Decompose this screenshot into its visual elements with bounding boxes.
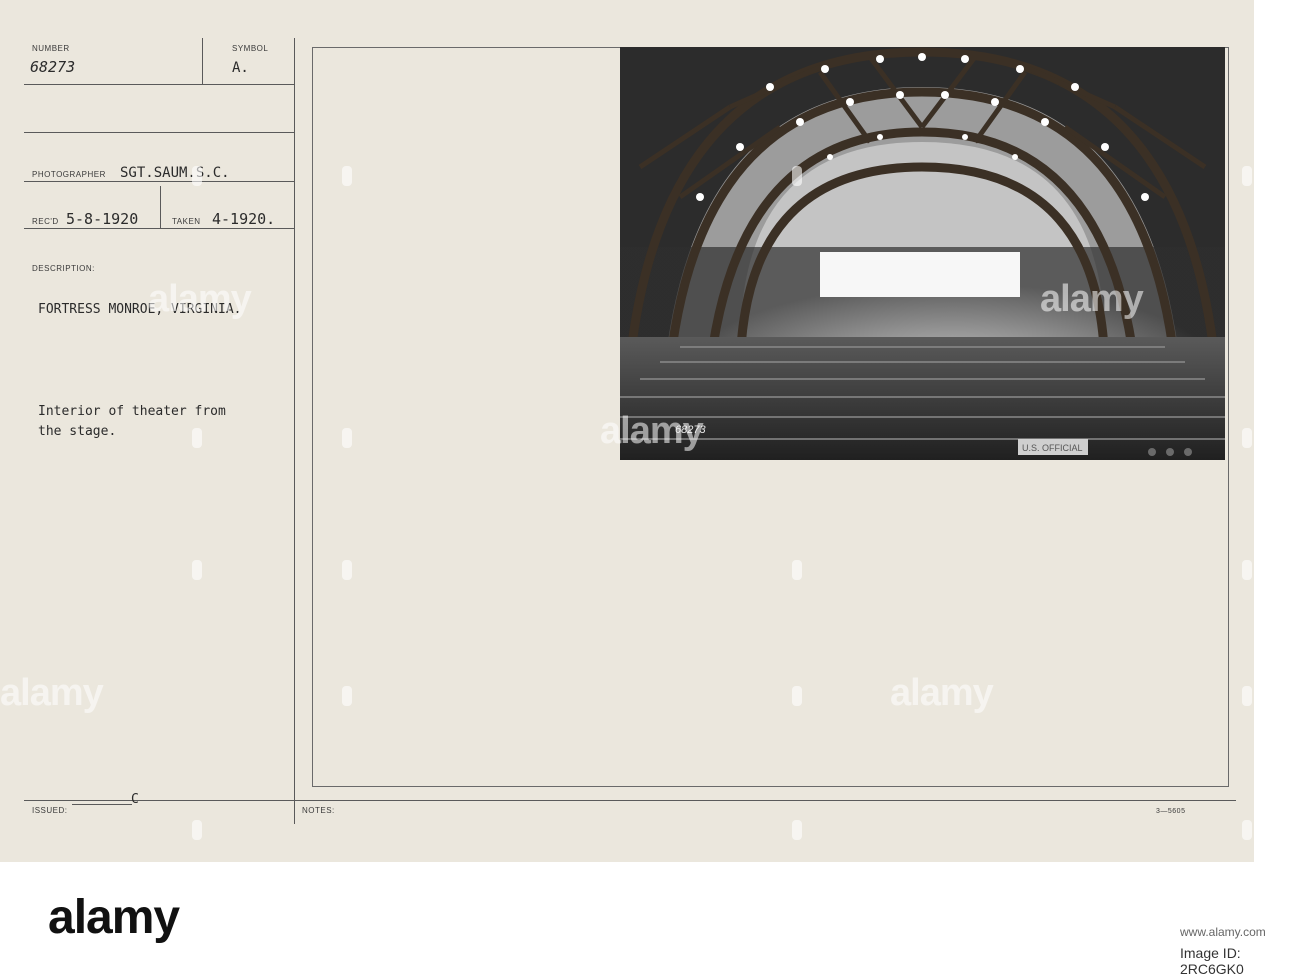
watermark-mark-icon	[1242, 560, 1252, 580]
taken-label: TAKEN	[172, 217, 201, 226]
watermark-mark-icon	[342, 560, 352, 580]
issued-line	[72, 804, 132, 805]
watermark-mark-icon	[192, 820, 202, 840]
rule-2	[24, 132, 294, 133]
recd-value: 5-8-1920	[66, 210, 139, 228]
theater-photograph: 68273 U.S. OFFICIAL	[620, 47, 1225, 460]
watermark-mark-icon	[1242, 820, 1252, 840]
watermark-mark-icon	[1242, 686, 1252, 706]
theater-interior-illustration: 68273 U.S. OFFICIAL	[620, 47, 1225, 460]
notes-label: NOTES:	[302, 806, 335, 815]
record-card: NUMBER 68273 SYMBOL A. PHOTOGRAPHER SGT.…	[0, 0, 1254, 862]
watermark-mark-icon	[1242, 428, 1252, 448]
rule-3	[24, 181, 294, 182]
symbol-label: SYMBOL	[232, 44, 269, 53]
watermark-mark-icon	[792, 166, 802, 186]
rule-4	[24, 228, 294, 229]
watermark-mark-icon	[342, 428, 352, 448]
issued-label: ISSUED:	[32, 806, 68, 815]
number-label: NUMBER	[32, 44, 70, 53]
footer-website: www.alamy.com	[1180, 925, 1266, 939]
number-value: 68273	[30, 58, 76, 76]
caption-line-2: the stage.	[38, 424, 117, 439]
footer-strip	[0, 862, 1300, 973]
watermark-mark-icon	[342, 686, 352, 706]
taken-value: 4-1920.	[212, 210, 276, 228]
watermark-text: alamy	[1040, 278, 1144, 320]
watermark-mark-icon	[192, 428, 202, 448]
photographer-value: SGT.SAUM.S.C.	[120, 165, 230, 181]
footer-logo: alamy	[48, 891, 180, 944]
watermark-mark-icon	[192, 560, 202, 580]
header-divider	[202, 38, 203, 84]
watermark-mark-icon	[792, 560, 802, 580]
footer-image-id: Image ID: 2RC6GK0	[1180, 945, 1244, 977]
column-divider	[294, 38, 295, 824]
rule-bottom	[24, 800, 1236, 801]
recd-label: REC'D	[32, 217, 59, 226]
symbol-value: A.	[232, 60, 249, 76]
official-stamp: U.S. OFFICIAL	[1022, 443, 1083, 453]
form-number: 3—5605	[1156, 808, 1186, 815]
dates-divider	[160, 186, 161, 228]
watermark-text: alamy	[0, 672, 104, 714]
issued-value: C	[131, 792, 139, 807]
description-label: DESCRIPTION:	[32, 264, 95, 273]
watermark-text: alamy	[890, 672, 994, 714]
watermark-mark-icon	[792, 686, 802, 706]
watermark-mark-icon	[792, 820, 802, 840]
rule-1	[24, 84, 294, 85]
watermark-text: alamy	[600, 410, 704, 452]
watermark-mark-icon	[1242, 166, 1252, 186]
photographer-label: PHOTOGRAPHER	[32, 170, 106, 179]
watermark-text: alamy	[148, 278, 252, 320]
watermark-mark-icon	[342, 166, 352, 186]
caption-line-1: Interior of theater from	[38, 404, 226, 419]
watermark-mark-icon	[192, 166, 202, 186]
